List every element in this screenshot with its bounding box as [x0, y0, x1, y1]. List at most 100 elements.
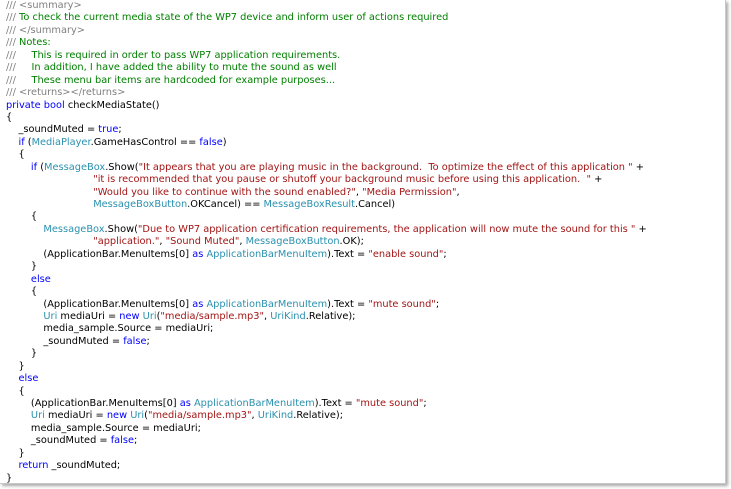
code-text: media_sample.Source = mediaUri; [6, 422, 201, 434]
code-text: _soundMuted; [48, 460, 121, 472]
code-line: { [6, 112, 647, 124]
keyword: as [192, 298, 204, 310]
code-line: _soundMuted = true; [6, 124, 647, 136]
string-literal: "mute sound" [368, 298, 436, 310]
doc-tag: /// [6, 24, 20, 36]
code-text: .OKCancel) == [187, 199, 264, 210]
code-line: /// <summary> [6, 0, 647, 12]
code-text: ; [423, 398, 427, 409]
code-line: private bool checkMediaState() [6, 100, 647, 112]
type-name: MessageBoxButton [93, 199, 188, 210]
keyword: false [110, 435, 135, 447]
code-line: /// In addition, I have added the abilit… [6, 62, 647, 74]
code-line: } [6, 472, 647, 484]
code-text: + [632, 161, 644, 173]
code-text: .Show( [104, 223, 138, 235]
code-line: media_sample.Source = mediaUri; [6, 323, 647, 335]
code-text: } [6, 360, 25, 372]
code-line: "Would you like to continue with the sou… [6, 187, 647, 199]
code-line: /// These menu bar items are hardcoded f… [6, 75, 647, 87]
doc-tag: /// [6, 0, 20, 11]
code-text: { [6, 211, 38, 223]
code-text: { [6, 286, 38, 298]
keyword: false [199, 136, 223, 148]
string-literal: "it is recommended that you pause or shu… [93, 174, 591, 186]
type-name: UriKind [257, 410, 294, 422]
string-literal: "Would you like to continue with the sou… [93, 186, 356, 198]
code-text: .Show( [105, 161, 139, 173]
code-line: Uri mediaUri = new Uri("media/sample.mp3… [6, 311, 647, 323]
code-text: + [591, 174, 603, 186]
doc-tag: /// [6, 49, 20, 61]
code-line: (ApplicationBar.MenuItems[0] as Applicat… [6, 299, 647, 311]
doc-tag: <returns></returns> [19, 87, 126, 99]
code-text: (ApplicationBar.MenuItems[0] [6, 298, 193, 310]
code-text: } [6, 447, 25, 459]
keyword: new [119, 310, 140, 322]
code-line: (ApplicationBar.MenuItems[0] as Applicat… [6, 249, 647, 261]
code-line: } [6, 361, 647, 373]
keyword: else [30, 273, 51, 285]
doc-tag: /// [6, 74, 20, 86]
comment: These menu bar items are hardcoded for e… [19, 74, 336, 86]
code-text: ).Text = [327, 298, 369, 310]
code-text: ; [443, 248, 447, 260]
code-line: (ApplicationBar.MenuItems[0] as Applicat… [6, 398, 647, 410]
doc-tag: /// [6, 62, 20, 74]
code-line: MessageBox.Show("Due to WP7 application … [6, 223, 647, 236]
code-line: } [6, 448, 647, 460]
code-line: /// This is required in order to pass WP… [6, 50, 647, 62]
code-text: + [635, 223, 647, 235]
type-name: Uri [30, 410, 45, 422]
code-line: { [6, 386, 647, 398]
type-name: ApplicationBarMenuItem [206, 298, 328, 310]
code-text: _soundMuted = [6, 335, 124, 347]
type-name: MediaPlayer [31, 136, 91, 148]
code-text: } [6, 472, 13, 484]
comment: This is required in order to pass WP7 ap… [19, 49, 341, 61]
keyword: false [123, 335, 147, 347]
code-line: /// </summary> [6, 25, 647, 37]
doc-tag: /// [6, 87, 20, 99]
type-name: Uri [43, 310, 58, 322]
doc-tag: /// [6, 12, 20, 24]
keyword: bool [43, 99, 65, 111]
code-line: if (MediaPlayer.GameHasControl == false) [6, 137, 647, 149]
string-literal: "enable sound" [368, 248, 444, 260]
code-text: .Relative); [293, 410, 344, 422]
doc-tag: </summary> [19, 24, 85, 36]
code-text: { [6, 111, 13, 123]
code-text: } [6, 348, 38, 360]
code-text: .Cancel) [354, 199, 396, 210]
code-text: ) [222, 136, 227, 148]
code-text: , [456, 186, 460, 198]
code-line: /// To check the current media state of … [6, 12, 647, 24]
code-text: ; [146, 335, 150, 347]
keyword: new [106, 410, 128, 422]
type-name: UriKind [270, 310, 306, 322]
code-line: Uri mediaUri = new Uri("media/sample.mp3… [6, 410, 647, 422]
type-name: MessageBoxButton [245, 236, 340, 248]
type-name: ApplicationBarMenuItem [193, 398, 315, 409]
code-line: else [6, 274, 647, 286]
code-line: MessageBoxButton.OKCancel) == MessageBox… [6, 199, 647, 211]
comment: To check the current media state of the … [19, 12, 449, 24]
code-line: else [6, 373, 647, 385]
string-literal: "media/sample.mp3" [147, 410, 252, 422]
code-text: checkMediaState() [64, 99, 160, 111]
string-literal: "Media Permission" [362, 186, 457, 198]
code-text: .OK); [339, 236, 364, 248]
code-line: "it is recommended that you pause or shu… [6, 174, 647, 186]
code-line: return _soundMuted; [6, 460, 647, 472]
code-text: ; [134, 435, 138, 447]
code-text: ( [37, 161, 45, 173]
